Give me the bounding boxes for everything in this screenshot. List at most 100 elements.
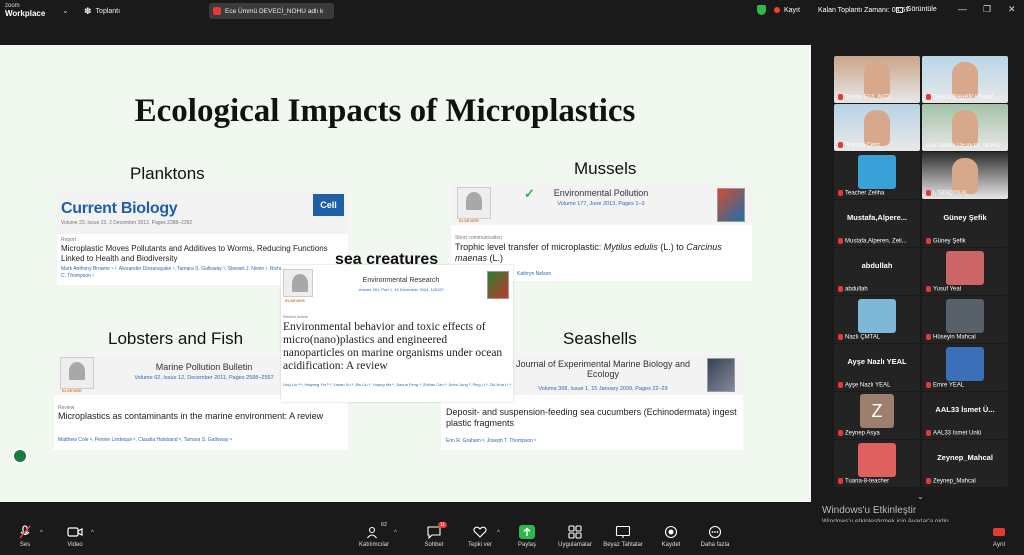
participant-name: Gonca BAHAR / Yusuf...: [926, 94, 1006, 101]
participant-name-text: İ. GİNÇYKAL: [933, 191, 969, 197]
close-icon[interactable]: ✕: [1008, 4, 1016, 15]
chevron-down-icon[interactable]: ⌄: [62, 6, 69, 15]
article-title: Microplastics as contaminants in the mar…: [58, 411, 324, 421]
mic-muted-icon: [838, 190, 843, 197]
recording-label[interactable]: Kayıt: [784, 7, 800, 14]
participant-name-text: Gonca BAHAR / Yusuf...: [933, 95, 998, 101]
activation-line1: Windows'u Etkinleştir: [822, 505, 917, 516]
participant-tile[interactable]: Zeynep_Mahcal Zeynep_Mahcal: [922, 440, 1008, 487]
mic-muted-icon: [838, 334, 843, 341]
participant-tile[interactable]: Gonca BAHAR / Yusuf...: [922, 56, 1008, 103]
participant-display-name: Ayşe Nazlı YEAL: [847, 357, 907, 366]
participant-tile[interactable]: abdullah abdullah: [834, 248, 920, 295]
participant-tile[interactable]: Ariyeza Çerri: [834, 104, 920, 151]
journal-name: Environmental Research: [362, 277, 440, 284]
reactions-button[interactable]: Tepki ver: [455, 525, 505, 548]
participant-tile[interactable]: Güney Şefik Güney Şefik: [922, 200, 1008, 247]
chevron-up-icon[interactable]: ^: [40, 530, 43, 536]
journal-volume: Volume 177, June 2013, Pages 1–3: [557, 201, 645, 207]
participant-tile[interactable]: Ece Ümmü DEVECİ_NOHU: [922, 104, 1008, 151]
annotation-avatar-icon[interactable]: [12, 448, 28, 464]
participant-name: Hüseyin Mahcal: [926, 334, 1006, 341]
audio-button[interactable]: Ses: [0, 525, 50, 548]
elsevier-label: ELSEVIER: [62, 388, 82, 393]
mic-muted-icon: [926, 94, 931, 101]
participant-display-name: Güney Şefik: [943, 213, 987, 222]
mic-muted-icon: [926, 286, 931, 293]
chat-button[interactable]: 11 Sohbet: [409, 522, 459, 548]
leave-button[interactable]: Ayrıl: [974, 525, 1024, 548]
participant-tile[interactable]: Tuana-8-teacher: [834, 440, 920, 487]
journal-cover: [487, 271, 509, 299]
chat-label: Sohbet: [424, 542, 444, 548]
chevron-down-icon[interactable]: ⌄: [917, 492, 924, 501]
participant-tile[interactable]: Mustafa,Alpere... Mustafa,Alperen, Zeli..…: [834, 200, 920, 247]
audio-label: Ses: [19, 542, 31, 548]
more-icon: [707, 525, 723, 539]
article-title: Trophic level transfer of microplastic: …: [455, 242, 745, 264]
shield-icon[interactable]: [757, 5, 766, 15]
participant-name-text: AAL33 İsmet Ünlü: [933, 431, 982, 437]
participant-tile[interactable]: Teacher Zeliha: [834, 152, 920, 199]
participant-avatar: [946, 347, 984, 381]
participant-tile[interactable]: Yusuf Yeal: [922, 248, 1008, 295]
participant-name-text: Ariyeza Çerri: [845, 143, 880, 149]
share-label: Paylaş: [517, 542, 536, 548]
stop-share-icon[interactable]: [213, 7, 221, 15]
participant-name: Teacher Zeliha: [838, 190, 918, 197]
mic-muted-icon: [926, 430, 931, 437]
participants-label: Katılımcılar: [358, 542, 389, 548]
participant-name-text: Mustafa,Alperen, Zeli...: [845, 239, 907, 245]
participant-name: Zeynep_Mahcal: [926, 478, 1006, 485]
chevron-up-icon[interactable]: ^: [497, 530, 500, 536]
share-button[interactable]: Paylaş: [502, 525, 552, 548]
apps-button[interactable]: Uygulamalar: [550, 525, 600, 548]
journal-name: Environmental Pollution: [553, 188, 649, 198]
participant-name: Güney Şefik: [926, 238, 1006, 245]
whiteboards-button[interactable]: Beyaz Tahtalar: [598, 525, 648, 548]
participant-avatar: [946, 251, 984, 285]
mic-muted-icon: [838, 286, 843, 293]
participant-tile[interactable]: AAL33 İsmet Ü... AAL33 İsmet Ünlü: [922, 392, 1008, 439]
journal-volume: Volume 261, Part 1, 15 December 2024, 12…: [358, 287, 444, 292]
chevron-up-icon[interactable]: ^: [394, 530, 397, 536]
participant-letter-avatar: Z: [860, 394, 894, 428]
participant-tile[interactable]: İ. GİNÇYKAL: [922, 152, 1008, 199]
participant-tile[interactable]: Hüseyin Mahcal: [922, 296, 1008, 343]
mic-muted-icon: [926, 478, 931, 485]
video-button[interactable]: Video: [50, 525, 100, 548]
mic-muted-icon: [926, 334, 931, 341]
elsevier-label: ELSEVIER: [285, 298, 305, 303]
participant-name-text: Emre YEAL: [933, 383, 965, 389]
journal-volume: Volume 62, Issue 12, December 2011, Page…: [134, 375, 274, 381]
elsevier-logo: [457, 187, 491, 219]
journal-name: Current Biology: [61, 200, 178, 217]
participant-display-name: Zeynep_Mahcal: [937, 453, 993, 462]
chat-icon: 11: [426, 522, 448, 540]
elsevier-logo: [283, 269, 313, 297]
screen-share-indicator[interactable]: Ece Ümmü DEVECİ_NOHU adlı k: [209, 3, 334, 19]
participant-name-text: Ece Ümmü DEVECİ_NOHU: [926, 143, 1001, 149]
journal-volume: Volume 23, Issue 23, 2 December 2013, Pa…: [61, 220, 193, 226]
participant-tile[interactable]: Nazlı ÇMTAL: [834, 296, 920, 343]
view-menu[interactable]: Görüntüle: [896, 6, 937, 13]
minimize-icon[interactable]: —: [958, 4, 967, 14]
video-label: Video: [67, 542, 83, 548]
participants-button[interactable]: 62 Katılımcılar: [349, 522, 399, 548]
mic-muted-icon: [838, 142, 843, 149]
mic-muted-icon: [838, 94, 843, 101]
chevron-up-icon[interactable]: ^: [91, 530, 94, 536]
participant-tile[interactable]: Emre YEAL: [922, 344, 1008, 391]
chat-badge: 11: [438, 522, 448, 528]
participant-tile[interactable]: Emine GÜL AVCI: [834, 56, 920, 103]
mic-muted-icon: [926, 190, 931, 197]
participant-tile[interactable]: Z Zeynep Asya: [834, 392, 920, 439]
participant-display-name: Mustafa,Alpere...: [846, 213, 907, 222]
record-icon: [663, 525, 679, 539]
participant-tile[interactable]: Ayşe Nazlı YEAL Ayşe Nazlı YEAL: [834, 344, 920, 391]
restore-icon[interactable]: ❐: [983, 4, 991, 15]
record-button[interactable]: Kaydet: [646, 525, 696, 548]
more-button[interactable]: Daha fazla: [690, 525, 740, 548]
meeting-menu[interactable]: ✽ Toplantı: [84, 6, 120, 17]
elsevier-label: ELSEVIER: [459, 218, 479, 223]
